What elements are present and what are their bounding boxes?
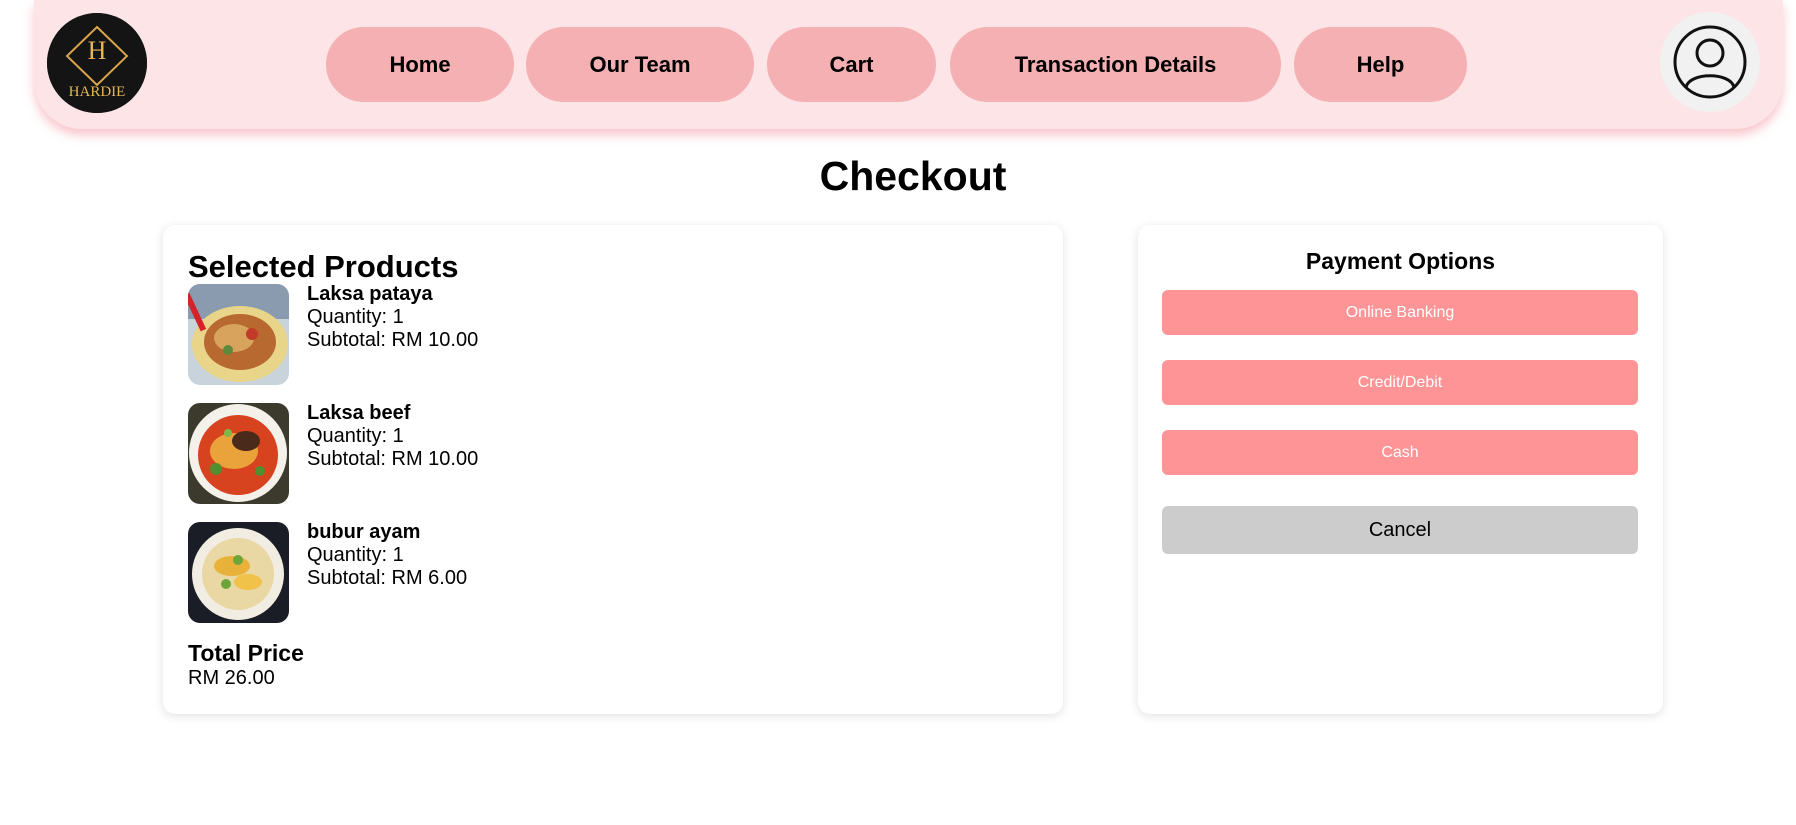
- payment-options-card: Payment Options Online Banking Credit/De…: [1138, 225, 1663, 714]
- nav-home-button[interactable]: Home: [326, 27, 514, 102]
- product-item: Laksa beef Quantity: 1 Subtotal: RM 10.0…: [188, 402, 788, 504]
- credit-debit-button[interactable]: Credit/Debit: [1162, 360, 1638, 405]
- selected-products-card: Selected Products Laksa pataya Quantity:…: [163, 225, 1063, 714]
- cancel-button[interactable]: Cancel: [1162, 506, 1638, 554]
- logo-text: HARDIE: [69, 84, 126, 100]
- nav-transaction-details-button[interactable]: Transaction Details: [950, 27, 1281, 102]
- nav-cart-button[interactable]: Cart: [767, 27, 936, 102]
- nav-our-team-button[interactable]: Our Team: [526, 27, 754, 102]
- product-subtotal: Subtotal: RM 10.00: [307, 329, 479, 351]
- product-name: bubur ayam: [307, 521, 421, 543]
- product-quantity: Quantity: 1: [307, 544, 404, 566]
- nav-help-button[interactable]: Help: [1294, 27, 1467, 102]
- product-subtotal: Subtotal: RM 10.00: [307, 448, 479, 470]
- page-title: Checkout: [819, 153, 1007, 199]
- product-item: Laksa pataya Quantity: 1 Subtotal: RM 10…: [188, 283, 788, 385]
- product-image: [188, 403, 289, 504]
- user-circle-icon: [1673, 25, 1747, 99]
- total-price-value: RM 26.00: [188, 667, 275, 689]
- product-subtotal: Subtotal: RM 6.00: [307, 567, 468, 589]
- total-price-label: Total Price: [188, 640, 304, 666]
- selected-products-heading: Selected Products: [188, 249, 459, 284]
- navbar: H HARDIE Home Our Team Cart Transaction …: [34, 0, 1783, 129]
- cash-button[interactable]: Cash: [1162, 430, 1638, 475]
- payment-options-heading: Payment Options: [1305, 248, 1496, 274]
- logo-diamond-icon: H HARDIE: [47, 13, 147, 113]
- product-name: Laksa beef: [307, 402, 411, 424]
- product-item: bubur ayam Quantity: 1 Subtotal: RM 6.00: [188, 521, 788, 623]
- product-quantity: Quantity: 1: [307, 425, 404, 447]
- logo-letter: H: [88, 36, 107, 65]
- product-name: Laksa pataya: [307, 283, 433, 305]
- hardie-logo[interactable]: H HARDIE: [47, 13, 147, 113]
- online-banking-button[interactable]: Online Banking: [1162, 290, 1638, 335]
- product-image: [188, 284, 289, 385]
- profile-button[interactable]: [1660, 12, 1760, 112]
- product-quantity: Quantity: 1: [307, 306, 404, 328]
- product-image: [188, 522, 289, 623]
